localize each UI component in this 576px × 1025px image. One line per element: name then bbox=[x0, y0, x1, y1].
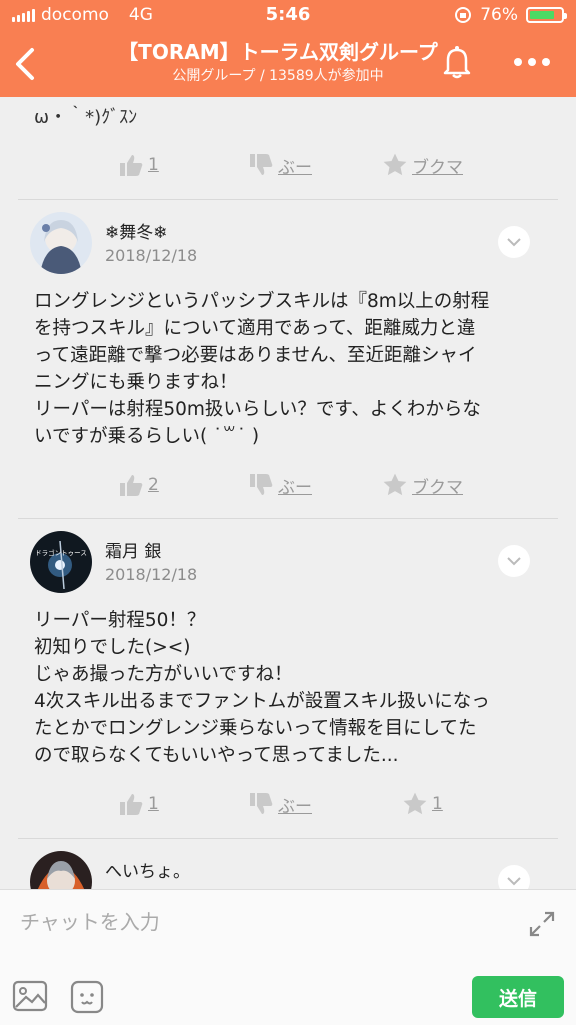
bookmark-label: ブクマ bbox=[412, 157, 463, 178]
star-icon bbox=[383, 473, 407, 496]
thumbs-up-icon bbox=[120, 155, 143, 176]
battery-percent: 76% bbox=[480, 5, 518, 25]
group-subtitle: 公開グループ / 13589人が参加中 bbox=[172, 68, 384, 84]
like-count: 1 bbox=[148, 794, 159, 814]
expand-icon[interactable] bbox=[528, 910, 556, 938]
chat-input-bar: チャットを入力 送信 bbox=[0, 889, 576, 1025]
comment-actions: 1 ぶー 1 bbox=[0, 791, 576, 831]
dislike-button[interactable]: ぶー bbox=[248, 791, 312, 817]
thumbs-up-icon bbox=[120, 475, 143, 496]
chevron-down-icon[interactable] bbox=[498, 226, 530, 258]
bell-icon[interactable] bbox=[440, 44, 474, 80]
thumbs-down-icon bbox=[250, 474, 273, 495]
status-bar: docomo 4G 5:46 76% bbox=[0, 0, 576, 30]
dislike-label: ぶー bbox=[278, 477, 312, 498]
bookmark-count: 1 bbox=[432, 794, 443, 814]
like-count: 2 bbox=[148, 475, 159, 495]
comment-date: 2018/12/18 bbox=[105, 246, 198, 265]
avatar[interactable] bbox=[30, 212, 92, 274]
comment-text: ロングレンジというパッシブスキルは『8m以上の射程 を持つスキル』について適用で… bbox=[34, 291, 490, 447]
avatar[interactable] bbox=[30, 851, 92, 889]
previous-comment-text: ω・｀*)ｸﾞｽﾝ bbox=[34, 107, 138, 128]
chat-input[interactable]: チャットを入力 bbox=[20, 906, 160, 935]
thumbs-down-icon bbox=[250, 793, 273, 814]
bookmark-button[interactable]: 1 bbox=[402, 791, 443, 817]
chevron-down-icon[interactable] bbox=[498, 545, 530, 577]
dislike-label: ぶー bbox=[278, 796, 312, 817]
like-button[interactable]: 1 bbox=[118, 152, 159, 178]
bookmark-button[interactable]: ブクマ bbox=[382, 472, 463, 498]
comment-text: リーパー射程50！？ 初知りでした(><) じゃあ撮った方がいいですね！ 4次ス… bbox=[34, 610, 490, 766]
group-title: 【TORAM】トーラム双剣グループ bbox=[118, 40, 438, 64]
thumbs-up-icon bbox=[120, 794, 143, 815]
dislike-label: ぶー bbox=[278, 157, 312, 178]
comment-date: 2018/12/18 bbox=[105, 565, 198, 584]
bookmark-label: ブクマ bbox=[412, 477, 463, 498]
battery-icon bbox=[526, 7, 567, 23]
back-icon[interactable] bbox=[12, 46, 38, 82]
dislike-button[interactable]: ぶー bbox=[248, 472, 312, 498]
username[interactable]: へいちょ。 bbox=[105, 857, 190, 882]
username[interactable]: ❄舞冬❄ bbox=[105, 218, 168, 243]
orientation-lock-icon bbox=[455, 7, 472, 23]
comment-feed[interactable]: ω・｀*)ｸﾞｽﾝ 1 ぶー ブクマ ❄舞冬❄ 2018/12/18 ロングレン… bbox=[0, 97, 576, 889]
chevron-down-icon[interactable] bbox=[498, 865, 530, 889]
image-icon[interactable] bbox=[12, 980, 48, 1012]
like-button[interactable]: 2 bbox=[118, 472, 159, 498]
divider bbox=[18, 199, 558, 200]
dislike-button[interactable]: ぶー bbox=[248, 152, 312, 178]
header-bar: docomo 4G 5:46 76% 【TORAM】トーラム双剣グループ 公開グ… bbox=[0, 0, 576, 97]
sticker-icon[interactable] bbox=[70, 980, 104, 1014]
divider bbox=[18, 838, 558, 839]
send-button[interactable]: 送信 bbox=[472, 976, 564, 1018]
like-count: 1 bbox=[148, 155, 159, 175]
more-icon[interactable] bbox=[514, 52, 554, 72]
like-button[interactable]: 1 bbox=[118, 791, 159, 817]
previous-comment-actions: 1 ぶー ブクマ bbox=[0, 152, 576, 192]
svg-text:ドラゴントゥース: ドラゴントゥース bbox=[35, 548, 87, 557]
star-icon bbox=[383, 153, 407, 176]
bookmark-button[interactable]: ブクマ bbox=[382, 152, 463, 178]
star-icon bbox=[403, 792, 427, 815]
avatar[interactable]: ドラゴントゥース bbox=[30, 531, 92, 593]
divider bbox=[18, 518, 558, 519]
comment-actions: 2 ぶー ブクマ bbox=[0, 472, 576, 512]
username[interactable]: 霜月 銀 bbox=[105, 537, 161, 562]
thumbs-down-icon bbox=[250, 154, 273, 175]
